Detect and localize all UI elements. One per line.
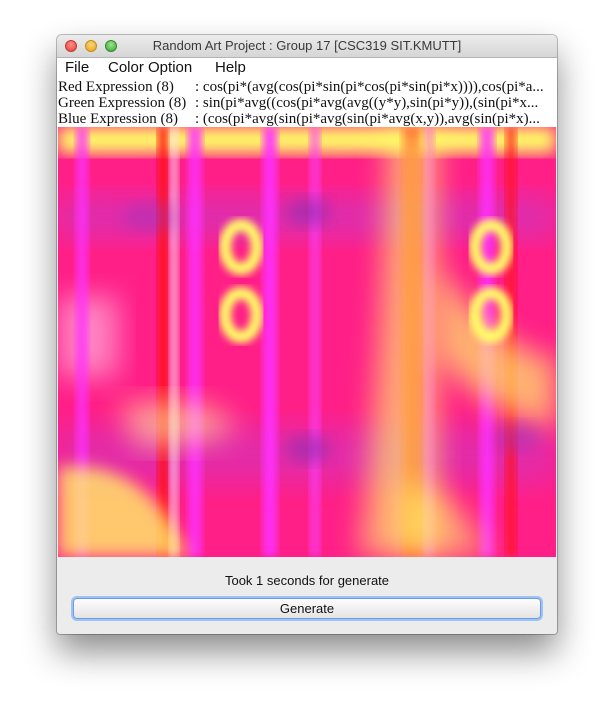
status-text: Took 1 seconds for generate [224, 573, 390, 588]
green-expression-row: Green Expression (8) : sin(pi*avg((cos(p… [58, 95, 556, 111]
red-expression-row: Red Expression (8) : cos(pi*(avg(cos(pi*… [58, 79, 556, 95]
app-window: Random Art Project : Group 17 [CSC319 SI… [57, 35, 557, 634]
red-expression-value: : cos(pi*(avg(cos(pi*sin(pi*cos(pi*sin(p… [195, 79, 544, 95]
blue-expression-value: : (cos(pi*avg(sin(pi*avg(sin(pi*avg(x,y)… [195, 111, 540, 127]
menu-color-option[interactable]: Color Option [108, 59, 192, 76]
blue-expression-label: Blue Expression (8) [58, 111, 178, 127]
red-expression-label: Red Expression (8) [58, 79, 174, 95]
window-title: Random Art Project : Group 17 [CSC319 SI… [152, 38, 462, 53]
title-bar[interactable]: Random Art Project : Group 17 [CSC319 SI… [57, 35, 557, 58]
menu-help[interactable]: Help [215, 59, 246, 76]
green-expression-label: Green Expression (8) [58, 95, 187, 111]
expression-panel: Red Expression (8) : cos(pi*(avg(cos(pi*… [57, 79, 557, 127]
random-art-image [58, 127, 556, 557]
random-art-canvas [58, 127, 556, 557]
generate-button[interactable]: Generate [73, 598, 541, 619]
menu-file[interactable]: File [65, 59, 89, 76]
blue-expression-row: Blue Expression (8) : (cos(pi*avg(sin(pi… [58, 111, 556, 127]
green-expression-value: : sin(pi*avg((cos(pi*avg(avg((y*y),sin(p… [195, 95, 539, 111]
menu-bar: File Color Option Help [57, 58, 557, 80]
